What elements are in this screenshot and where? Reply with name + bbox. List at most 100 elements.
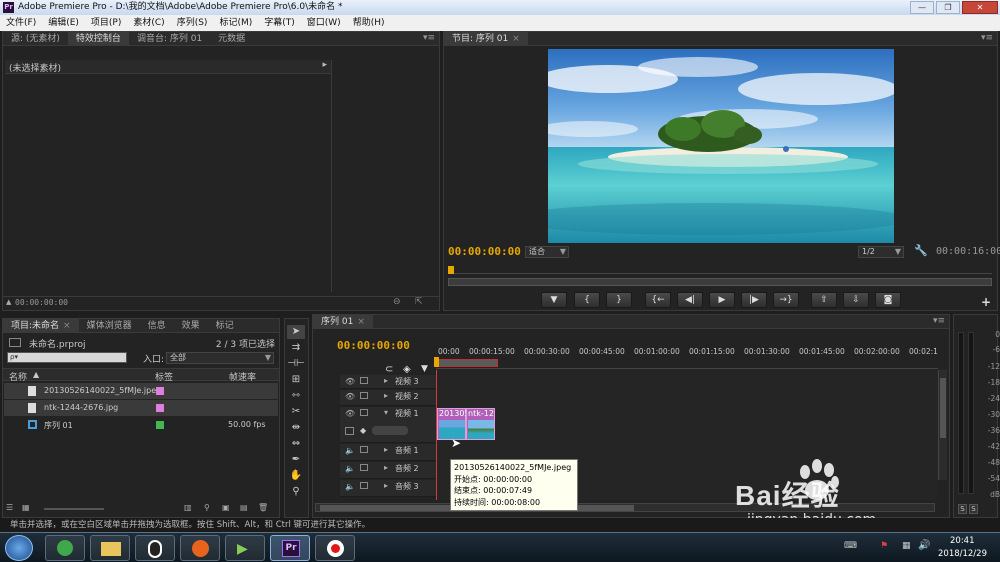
tab-project[interactable]: 项目:未命名 × xyxy=(3,319,79,332)
slip-tool-icon[interactable]: ⇹ xyxy=(287,421,305,435)
resolution-dropdown[interactable]: 1/2 ▼ xyxy=(858,246,904,258)
display-style-icon[interactable] xyxy=(345,427,354,435)
step-back-icon[interactable]: ◀| xyxy=(677,292,703,308)
expand-triangle-icon[interactable]: ▸ xyxy=(384,463,388,472)
go-to-in-icon[interactable]: {← xyxy=(645,292,671,308)
play-icon[interactable]: ▶ xyxy=(709,292,735,308)
program-zoom-bar[interactable] xyxy=(448,278,992,286)
track-audio-3[interactable]: 🔈 ▸ 音频 3 xyxy=(340,480,436,497)
wrench-icon[interactable]: 🔧 xyxy=(914,244,928,257)
lock-icon[interactable] xyxy=(360,482,368,489)
speaker-icon[interactable]: 🔈 xyxy=(345,482,355,491)
tray-keyboard-icon[interactable]: ⌨ xyxy=(844,541,857,551)
menu-sequence[interactable]: 序列(S) xyxy=(171,15,214,31)
go-to-out-icon[interactable]: →} xyxy=(773,292,799,308)
column-name[interactable]: 名称 xyxy=(9,370,27,383)
minimize-button[interactable]: — xyxy=(910,1,934,14)
solo-left-button[interactable]: S xyxy=(958,504,967,514)
lock-icon[interactable] xyxy=(360,409,368,416)
zoom-slider[interactable] xyxy=(44,508,104,510)
tab-media-browser[interactable]: 媒体浏览器 xyxy=(79,319,140,332)
menu-project[interactable]: 项目(P) xyxy=(85,15,127,31)
keyframe-nav[interactable] xyxy=(372,426,408,435)
lock-icon[interactable] xyxy=(360,377,368,384)
automate-icon[interactable]: ▥ xyxy=(184,503,192,512)
tray-volume-icon[interactable]: 🔊 xyxy=(918,540,930,551)
close-button[interactable]: ✕ xyxy=(962,1,998,14)
clip-image-2[interactable]: ntk-12 xyxy=(466,408,495,440)
menu-file[interactable]: 文件(F) xyxy=(0,15,42,31)
collapse-triangle-icon[interactable]: ▾ xyxy=(384,408,388,417)
expand-triangle-icon[interactable]: ▸ xyxy=(384,376,388,385)
panel-menu-icon[interactable]: ▾≡ xyxy=(423,33,435,43)
tab-metadata[interactable]: 元数据 xyxy=(210,32,253,45)
track-select-tool-icon[interactable]: ⇉ xyxy=(287,341,305,355)
taskbar-premiere-icon[interactable]: Pr xyxy=(270,535,310,561)
tray-network-icon[interactable]: ▦ xyxy=(902,541,911,551)
tab-effects[interactable]: 效果 xyxy=(174,319,208,332)
maximize-button[interactable]: ❐ xyxy=(936,1,960,14)
tab-source[interactable]: 源: (无素材) xyxy=(3,32,68,45)
razor-tool-icon[interactable]: ✂ xyxy=(287,405,305,419)
solo-right-button[interactable]: S xyxy=(969,504,978,514)
rolling-edit-tool-icon[interactable]: ⊞ xyxy=(287,373,305,387)
pen-tool-icon[interactable]: ✒ xyxy=(287,453,305,467)
column-label[interactable]: 标签 xyxy=(155,370,173,383)
fit-dropdown[interactable]: 适合 ▼ xyxy=(525,246,569,258)
playhead-marker[interactable] xyxy=(448,266,454,274)
work-area-bar[interactable] xyxy=(436,359,498,367)
delete-icon[interactable]: 🗑 xyxy=(258,503,268,512)
list-item[interactable]: 20130526140022_5fMJe.jpe xyxy=(4,383,278,399)
track-audio-2[interactable]: 🔈 ▸ 音频 2 xyxy=(340,462,436,479)
menu-edit[interactable]: 编辑(E) xyxy=(42,15,85,31)
new-bin-icon[interactable]: ▣ xyxy=(222,503,230,512)
add-marker-icon[interactable]: ▼ xyxy=(421,364,428,374)
scroll-thumb[interactable] xyxy=(940,378,946,438)
lift-icon[interactable]: ⇧ xyxy=(811,292,837,308)
close-icon[interactable]: × xyxy=(63,321,71,331)
taskbar-media-icon[interactable]: ▶ xyxy=(225,535,265,561)
column-fps[interactable]: 帧速率 xyxy=(229,370,256,383)
list-item[interactable]: 序列 01 50.00 fps xyxy=(4,417,278,433)
export-frame-icon[interactable]: ◙ xyxy=(875,292,901,308)
add-button-icon[interactable]: + xyxy=(981,295,991,309)
step-forward-icon[interactable]: |▶ xyxy=(741,292,767,308)
tab-markers[interactable]: 标记 xyxy=(208,319,242,332)
track-video-2[interactable]: 👁 ▸ 视频 2 xyxy=(340,390,436,406)
expand-triangle-icon[interactable]: ▸ xyxy=(384,481,388,490)
keyframe-icon[interactable]: ◈ xyxy=(403,364,411,375)
menu-window[interactable]: 窗口(W) xyxy=(301,15,347,31)
speaker-icon[interactable]: 🔈 xyxy=(345,464,355,473)
ripple-edit-tool-icon[interactable]: ⊣⊢ xyxy=(287,357,305,371)
close-icon[interactable]: × xyxy=(512,34,520,44)
menu-clip[interactable]: 素材(C) xyxy=(127,15,170,31)
list-item[interactable]: ntk-1244-2676.jpg xyxy=(4,400,278,416)
snap-icon[interactable]: ⊂ xyxy=(385,364,393,375)
program-time-ruler[interactable] xyxy=(448,266,992,274)
taskbar-explorer-icon[interactable] xyxy=(90,535,130,561)
icon-view-icon[interactable]: ▦ xyxy=(22,503,30,512)
expand-triangle-icon[interactable]: ▸ xyxy=(384,391,388,400)
start-button[interactable] xyxy=(5,535,33,561)
tab-effect-controls[interactable]: 特效控制台 xyxy=(67,32,129,45)
export-icon[interactable]: ⇱ xyxy=(415,297,423,307)
selection-tool-icon[interactable]: ➤ xyxy=(287,325,305,339)
lock-icon[interactable] xyxy=(360,464,368,471)
tab-info[interactable]: 信息 xyxy=(140,319,174,332)
speaker-icon[interactable]: 🔈 xyxy=(345,446,355,455)
eye-icon[interactable]: 👁 xyxy=(345,409,355,418)
tab-sequence[interactable]: 序列 01 × xyxy=(313,315,373,328)
slide-tool-icon[interactable]: ⇔ xyxy=(287,437,305,451)
clock-time[interactable]: 20:41 xyxy=(950,536,975,546)
track-video-3[interactable]: 👁 ▸ 视频 3 xyxy=(340,375,436,389)
out-point-icon[interactable]: } xyxy=(606,292,632,308)
track-video-1[interactable]: 👁 ▾ 视频 1 ◆ xyxy=(340,407,436,443)
panel-menu-icon[interactable]: ▾≡ xyxy=(981,33,993,43)
taskbar-qq-icon[interactable] xyxy=(135,535,175,561)
in-point-icon[interactable]: { xyxy=(574,292,600,308)
program-timecode[interactable]: 00:00:00:00 xyxy=(448,245,521,258)
menu-help[interactable]: 帮助(H) xyxy=(347,15,391,31)
tab-program[interactable]: 节目: 序列 01 × xyxy=(444,32,528,45)
timeline-timecode[interactable]: 00:00:00:00 xyxy=(337,339,410,352)
taskbar-browser-icon[interactable] xyxy=(45,535,85,561)
